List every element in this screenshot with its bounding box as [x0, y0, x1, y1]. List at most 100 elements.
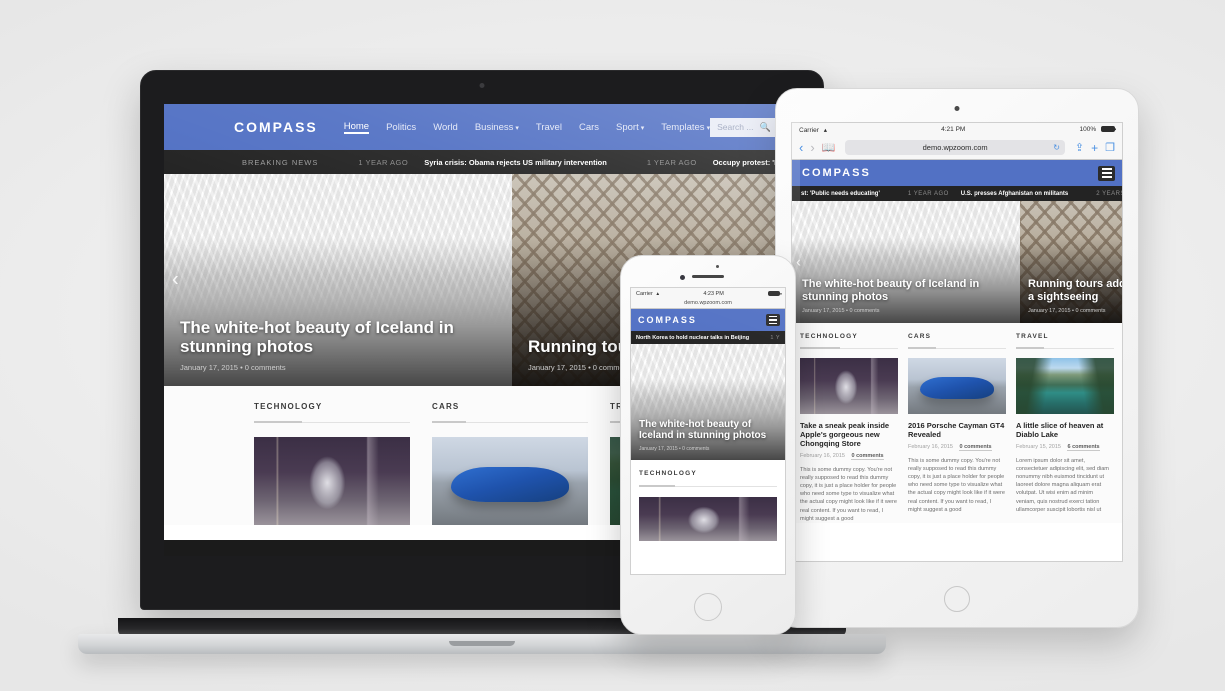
address-bar[interactable]: demo.wpzoom.com ↻: [845, 140, 1065, 155]
hero-title[interactable]: The white-hot beauty of Iceland in stunn…: [180, 318, 470, 356]
card-comments[interactable]: 6 comments: [1067, 444, 1100, 451]
hero-date: January 17, 2015: [180, 363, 238, 372]
section-heading[interactable]: CARS: [432, 402, 588, 411]
hero-meta: January 17, 2015 • 0 comments: [639, 446, 710, 452]
nav-item-templates[interactable]: Templates ▾: [661, 122, 710, 133]
desktop-header: COMPASS Home Politics World Business ▾ Tr…: [164, 104, 800, 150]
hero-meta: January 17, 2015 • 0 comments: [180, 363, 286, 372]
hero-comments[interactable]: 0 comments: [682, 446, 709, 452]
search-input[interactable]: Search ... 🔍: [710, 117, 778, 137]
category-section-cars: CARS 2016 Porsche Cayman GT4 Revealed Fe…: [908, 333, 1006, 523]
share-icon[interactable]: ⇪: [1075, 141, 1084, 154]
tablet-site: COMPASS st: 'Public needs educating' 1 Y…: [792, 160, 1122, 561]
phone-address-bar[interactable]: demo.wpzoom.com: [631, 299, 785, 309]
phone-hero[interactable]: The white-hot beauty of Iceland in stunn…: [631, 344, 785, 460]
section-heading[interactable]: TECHNOLOGY: [254, 402, 410, 411]
section-heading[interactable]: TECHNOLOGY: [639, 470, 777, 477]
status-time: 4:21 PM: [941, 126, 966, 133]
ticker-time: 2 YEARS AGO: [1096, 190, 1122, 197]
ticker-headline[interactable]: st: 'Public needs educating': [801, 191, 880, 197]
tablet-screen: Carrier ▴ 4:21 PM 100% ‹ › 📖 demo.wpzoom…: [791, 122, 1123, 562]
menu-icon[interactable]: [1098, 165, 1115, 181]
main-navigation: Home Politics World Business ▾ Travel Car…: [343, 121, 710, 134]
section-heading[interactable]: TRAVEL: [1016, 333, 1114, 340]
hero-slide-secondary[interactable]: Running tours add a sightseeing January …: [1020, 201, 1122, 323]
hero-comments[interactable]: 0 comments: [1076, 308, 1106, 314]
card-thumbnail[interactable]: [432, 437, 588, 525]
hero-comments[interactable]: 0 comments: [245, 363, 286, 372]
section-heading[interactable]: TECHNOLOGY: [800, 333, 898, 340]
card-title[interactable]: Take a sneak peak inside Apple's gorgeou…: [800, 421, 898, 448]
tabs-icon[interactable]: ❐: [1105, 141, 1115, 154]
ticker-headline[interactable]: North Korea to hold nuclear talks in Bei…: [636, 335, 749, 341]
phone-screen: Carrier ▴ 4:23 PM demo.wpzoom.com COMPAS…: [630, 287, 786, 575]
card-thumbnail[interactable]: [1016, 358, 1114, 414]
url-text: demo.wpzoom.com: [684, 300, 732, 306]
ticker-headline[interactable]: U.S. presses Afghanistan on militants: [961, 191, 1068, 197]
tablet-category-sections: TECHNOLOGY Take a sneak peak inside Appl…: [792, 323, 1122, 523]
category-section-technology: TECHNOLOGY: [254, 402, 432, 525]
hero-prev-arrow[interactable]: ‹: [172, 269, 179, 292]
phone-status-bar: Carrier ▴ 4:23 PM: [631, 288, 785, 299]
plus-icon[interactable]: +: [1091, 141, 1098, 155]
card-title[interactable]: A little slice of heaven at Diablo Lake: [1016, 421, 1114, 439]
nav-item-business[interactable]: Business ▾: [475, 122, 519, 133]
chevron-down-icon: ▾: [640, 124, 645, 132]
hero-date: January 17, 2015: [802, 308, 845, 314]
card-thumbnail[interactable]: [800, 358, 898, 414]
reload-icon[interactable]: ↻: [1053, 143, 1060, 152]
phone-sensor-icon: [716, 265, 719, 268]
nav-item-world[interactable]: World: [433, 122, 458, 133]
laptop-trackpad-notch: [449, 641, 515, 646]
search-placeholder: Search ...: [717, 122, 754, 132]
card-meta: February 16, 2015 0 comments: [908, 444, 1006, 451]
card-thumbnail[interactable]: [908, 358, 1006, 414]
chevron-down-icon: ▾: [515, 124, 519, 132]
section-divider: [254, 421, 410, 423]
site-logo[interactable]: COMPASS: [638, 315, 697, 325]
wifi-icon: ▴: [823, 126, 827, 134]
forward-icon: ›: [810, 140, 815, 155]
hero-slide-primary[interactable]: ‹ The white-hot beauty of Iceland in stu…: [164, 174, 512, 386]
hero-title[interactable]: The white-hot beauty of Iceland in stunn…: [802, 278, 992, 303]
phone-speaker-icon: [692, 275, 724, 278]
nav-item-sport[interactable]: Sport ▾: [616, 122, 644, 133]
phone-camera-icon: [680, 274, 685, 280]
hero-comments[interactable]: 0 comments: [850, 308, 880, 314]
card-thumbnail[interactable]: [254, 437, 410, 525]
ticker-label: BREAKING NEWS: [242, 157, 319, 167]
nav-item-politics[interactable]: Politics: [386, 122, 416, 133]
nav-item-travel[interactable]: Travel: [536, 122, 562, 133]
ticker-headline[interactable]: Syria crisis: Obama rejects US military …: [424, 158, 607, 167]
back-icon[interactable]: ‹: [799, 140, 803, 155]
nav-item-home[interactable]: Home: [343, 121, 370, 134]
hero-title[interactable]: Running tours add a sightseeing: [1028, 278, 1122, 303]
wifi-icon: ▴: [656, 290, 660, 297]
search-icon[interactable]: 🔍: [760, 122, 771, 133]
ticker-time: 1 YEAR AGO: [358, 157, 409, 167]
section-divider: [639, 485, 777, 487]
tablet-camera-icon: [954, 106, 960, 111]
card-thumbnail[interactable]: [639, 497, 777, 541]
ticker-time: 1 YEAR AGO: [907, 190, 949, 197]
tablet-browser-toolbar: ‹ › 📖 demo.wpzoom.com ↻ ⇪ + ❐: [792, 136, 1122, 160]
tablet-home-button[interactable]: [944, 586, 970, 612]
section-heading[interactable]: CARS: [908, 333, 1006, 340]
hero-slide-primary[interactable]: ‹ The white-hot beauty of Iceland in stu…: [792, 201, 1020, 323]
card-comments[interactable]: 0 comments: [959, 444, 992, 451]
nav-item-cars[interactable]: Cars: [579, 122, 599, 133]
phone-breaking-news-ticker: North Korea to hold nuclear talks in Bei…: [631, 331, 785, 344]
category-section-cars: CARS: [432, 402, 610, 525]
laptop-webcam-icon: [479, 83, 485, 88]
hero-title[interactable]: The white-hot beauty of Iceland in stunn…: [639, 419, 769, 441]
phone-home-button[interactable]: [694, 593, 722, 621]
site-logo[interactable]: COMPASS: [802, 167, 871, 179]
menu-icon[interactable]: [766, 314, 780, 326]
card-title[interactable]: 2016 Porsche Cayman GT4 Revealed: [908, 421, 1006, 439]
card-date: February 16, 2015: [800, 453, 845, 459]
section-divider: [908, 347, 1006, 349]
card-comments[interactable]: 0 comments: [851, 453, 884, 460]
bookmarks-icon[interactable]: 📖: [822, 141, 836, 154]
hero-prev-arrow[interactable]: ‹: [796, 254, 801, 271]
site-logo[interactable]: COMPASS: [234, 119, 318, 135]
